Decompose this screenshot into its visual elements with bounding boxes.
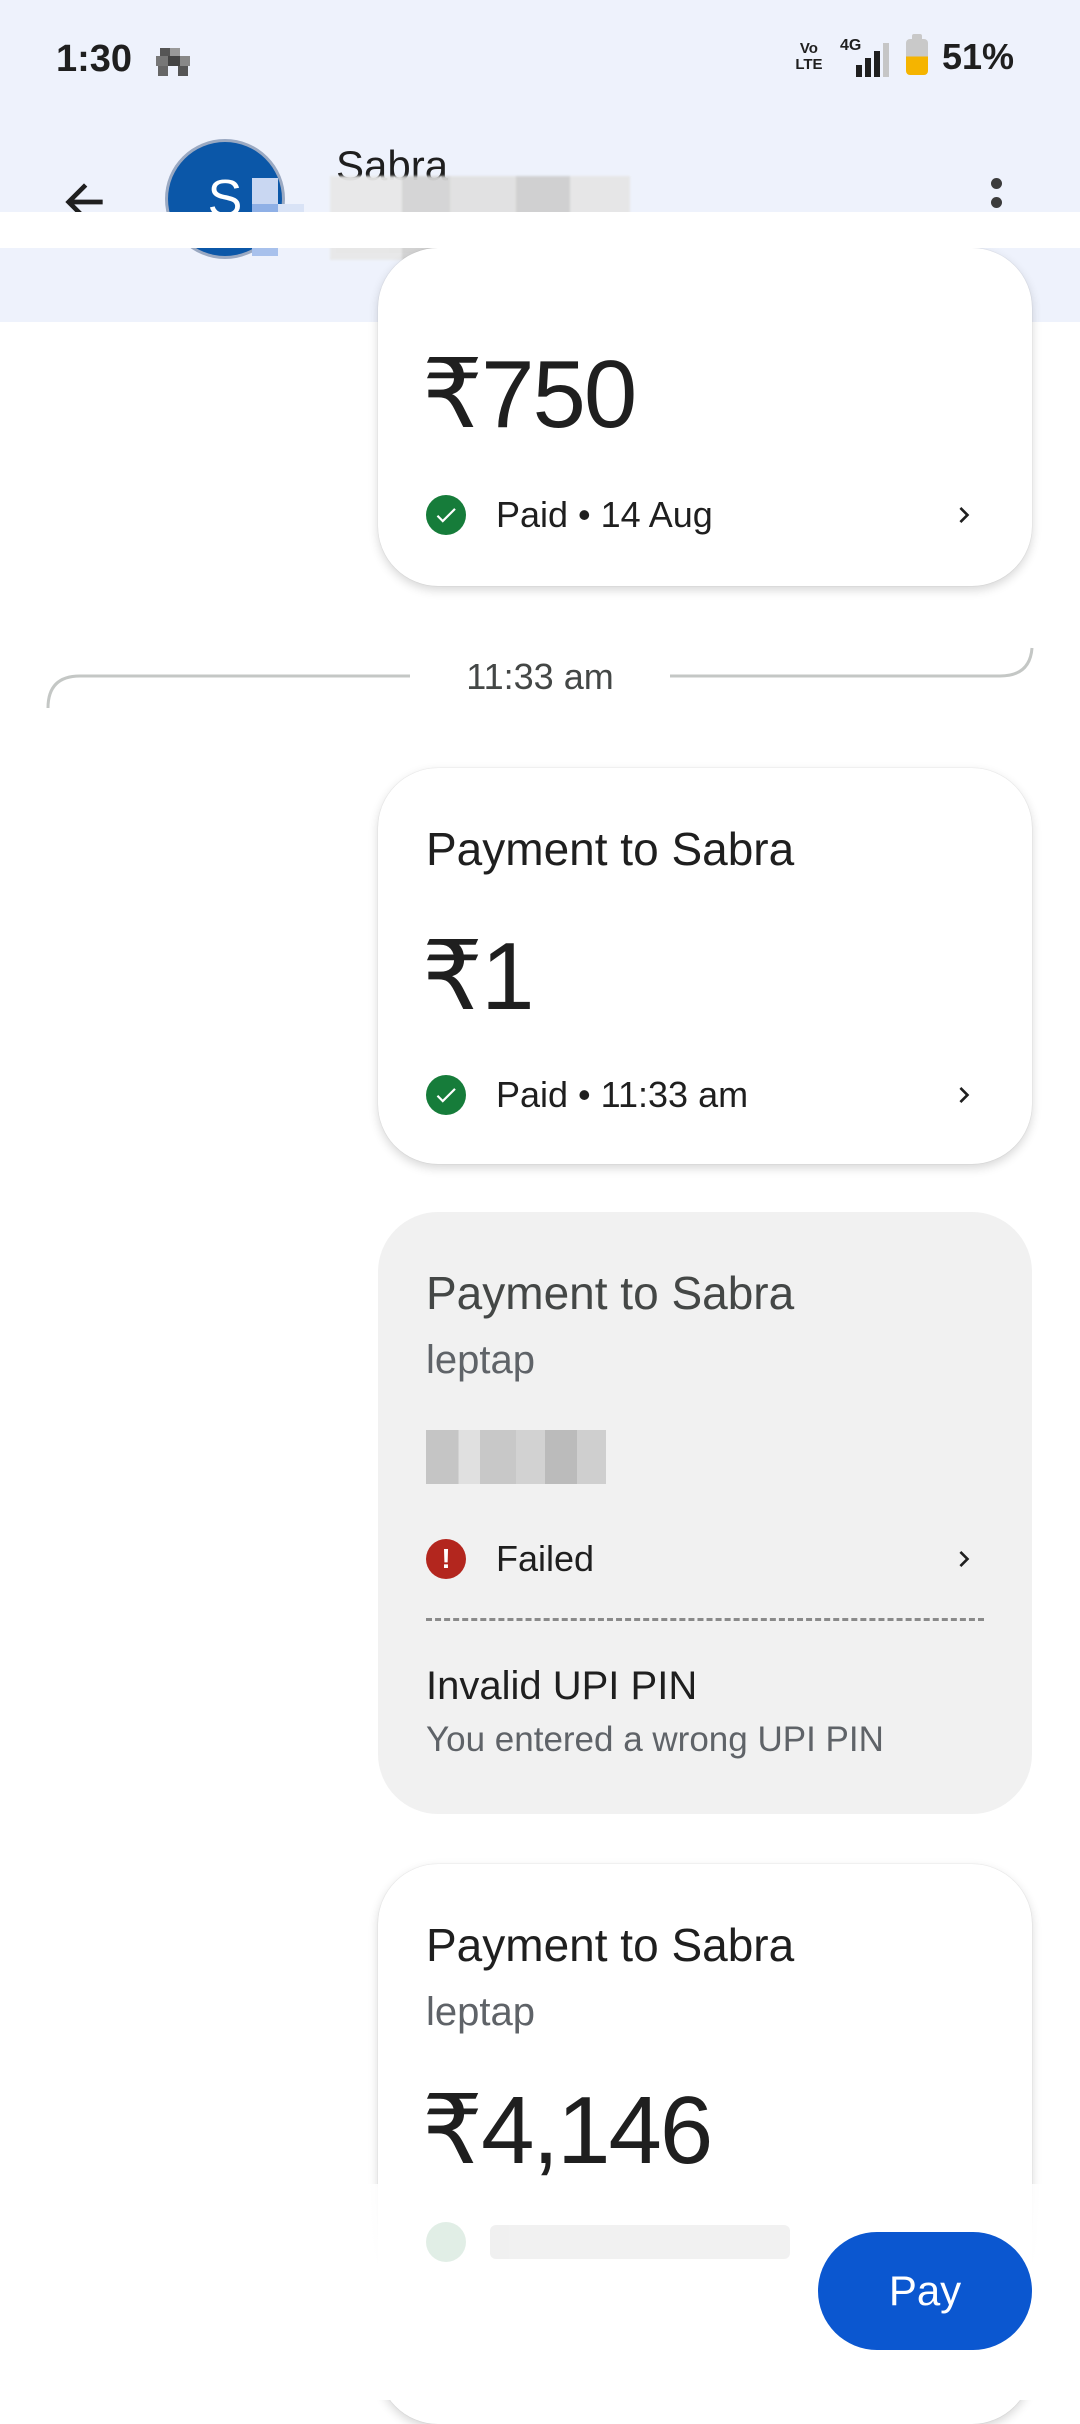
- payment-status: Paid • 14 Aug: [496, 494, 713, 535]
- error-title: Invalid UPI PIN: [426, 1664, 698, 1708]
- payment-status: Paid • 11:33 am: [496, 1074, 749, 1115]
- chevron-right-icon: [944, 1075, 984, 1115]
- check-circle-icon: [426, 1075, 466, 1115]
- error-icon: !: [426, 1539, 466, 1579]
- volte-icon: Vo LTE: [795, 40, 823, 73]
- divider-timestamp: 11:33 am: [466, 656, 614, 697]
- payment-status-row: ! Failed: [426, 1538, 984, 1580]
- chevron-right-icon: [944, 1539, 984, 1579]
- status-time: 1:30: [56, 38, 133, 80]
- more-vert-icon: [990, 177, 1002, 189]
- payment-status-row: Paid • 11:33 am: [426, 1074, 984, 1116]
- check-circle-icon: [426, 495, 466, 535]
- payment-amount: ₹750: [422, 341, 637, 448]
- scroll-mask: [0, 212, 1080, 248]
- battery-icon: [905, 34, 928, 75]
- payment-status-row: Paid • 14 Aug: [426, 494, 984, 536]
- dashed-divider: [426, 1618, 984, 1621]
- chevron-right-icon: [944, 495, 984, 535]
- payment-note: leptap: [426, 1990, 535, 2034]
- error-description: You entered a wrong UPI PIN: [426, 1720, 884, 1759]
- redacted-amount: [426, 1430, 606, 1484]
- notification-icon: [156, 48, 190, 76]
- payment-amount: ₹4,146: [422, 2077, 713, 2184]
- payment-title: Payment to Sabra: [426, 1267, 795, 1319]
- payment-title: Payment to Sabra: [426, 823, 795, 875]
- payment-card-paid-1[interactable]: Payment to Sabra ₹1 Paid • 11:33 am: [378, 768, 1032, 1164]
- faded-status-text: [490, 2225, 790, 2259]
- payment-status: Failed: [496, 1538, 595, 1579]
- faded-status-row: [426, 2222, 790, 2262]
- payment-card-paid-750[interactable]: ₹750 Paid • 14 Aug: [378, 248, 1032, 586]
- check-circle-icon: [426, 2222, 466, 2262]
- payment-title: Payment to Sabra: [426, 1919, 795, 1971]
- payment-note: leptap: [426, 1338, 535, 1382]
- signal-icon: 4G: [840, 37, 892, 77]
- payment-amount: ₹1: [422, 923, 534, 1030]
- pay-button[interactable]: Pay: [818, 2232, 1032, 2350]
- battery-percent: 51%: [941, 36, 1014, 77]
- status-indicators: Vo LTE 4G 51%: [792, 34, 1014, 78]
- payment-card-failed[interactable]: Payment to Sabra leptap ! Failed Invalid…: [378, 1212, 1032, 1814]
